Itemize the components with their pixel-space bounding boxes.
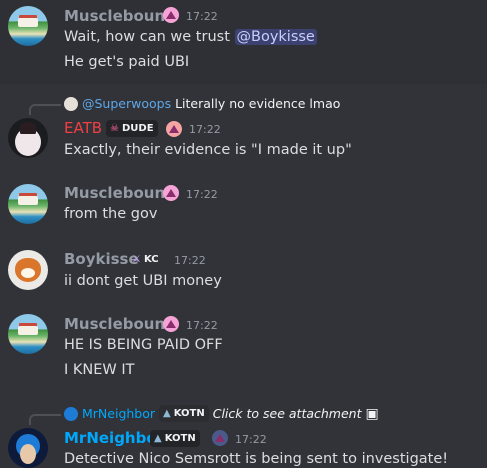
role-tag[interactable]: ▲ KOTN <box>150 430 200 447</box>
avatar[interactable] <box>8 6 48 46</box>
timestamp: 17:22 <box>174 254 206 267</box>
role-tag-label: DUDE <box>121 123 154 134</box>
skull-icon: ☠ <box>110 123 119 134</box>
message-text: Exactly, their evidence is "I made it up… <box>64 142 352 158</box>
reply-text: Literally no evidence lmao <box>175 96 341 111</box>
reply-author[interactable]: @Superwoops <box>82 96 171 111</box>
droplet-icon: ▲ <box>163 408 171 419</box>
author-name[interactable]: EATB <box>64 119 102 137</box>
reply-preview[interactable]: @Superwoops Literally no evidence lmao <box>64 96 340 111</box>
author-name[interactable]: Musclebound <box>64 315 176 333</box>
timestamp: 17:22 <box>186 319 218 332</box>
avatar[interactable] <box>8 428 48 468</box>
message-text: HE IS BEING PAID OFF <box>64 337 223 353</box>
mention-boykisse[interactable]: @Boykisse <box>234 29 317 45</box>
role-tag-label: KC <box>143 254 159 265</box>
message-text: I KNEW IT <box>64 362 135 378</box>
message-text: He get's paid UBI <box>64 54 190 70</box>
message-text: from the gov <box>64 206 158 222</box>
avatar-mini <box>64 406 78 421</box>
author-name[interactable]: Musclebound <box>64 184 176 202</box>
avatar[interactable] <box>8 184 48 224</box>
reply-attachment-text[interactable]: Click to see attachment <box>213 406 362 421</box>
triangle-badge-icon <box>166 121 182 137</box>
triangle-badge-icon <box>163 185 179 201</box>
sword-icon: ⚔ <box>132 254 141 265</box>
reply-connector <box>29 414 61 425</box>
timestamp: 17:22 <box>235 433 267 446</box>
role-tag-label: KOTN <box>164 433 196 444</box>
timestamp: 17:22 <box>186 10 218 23</box>
avatar[interactable] <box>8 250 48 290</box>
reply-connector <box>29 104 61 115</box>
orb-badge-icon <box>212 430 228 446</box>
author-name[interactable]: Musclebound <box>64 7 176 25</box>
message-text: ii dont get UBI money <box>64 273 222 289</box>
reply-author[interactable]: MrNeighbor <box>82 406 155 421</box>
avatar[interactable] <box>8 118 48 158</box>
image-icon: ▣ <box>365 405 379 422</box>
droplet-icon: ▲ <box>154 433 162 444</box>
role-tag[interactable]: ⚔ KC <box>128 251 163 268</box>
triangle-badge-icon <box>163 316 179 332</box>
reply-preview[interactable]: MrNeighbor ▲ KOTN Click to see attachmen… <box>64 405 379 422</box>
timestamp: 17:22 <box>186 188 218 201</box>
message-text: Detective Nico Semsrott is being sent to… <box>64 451 449 467</box>
avatar-mini <box>64 96 78 111</box>
timestamp: 17:22 <box>189 123 221 136</box>
role-tag-label: KOTN <box>173 408 205 419</box>
message-text: Wait, how can we trust @Boykisse <box>64 29 317 45</box>
message-text-part: Wait, how can we trust <box>64 29 235 45</box>
avatar[interactable] <box>8 314 48 354</box>
message-musclebound-1: Musclebound 17:22 Wait, how can we trust… <box>0 0 487 84</box>
triangle-badge-icon <box>163 7 179 23</box>
role-tag[interactable]: ☠ DUDE <box>106 120 158 137</box>
role-tag[interactable]: ▲ KOTN <box>159 405 209 422</box>
